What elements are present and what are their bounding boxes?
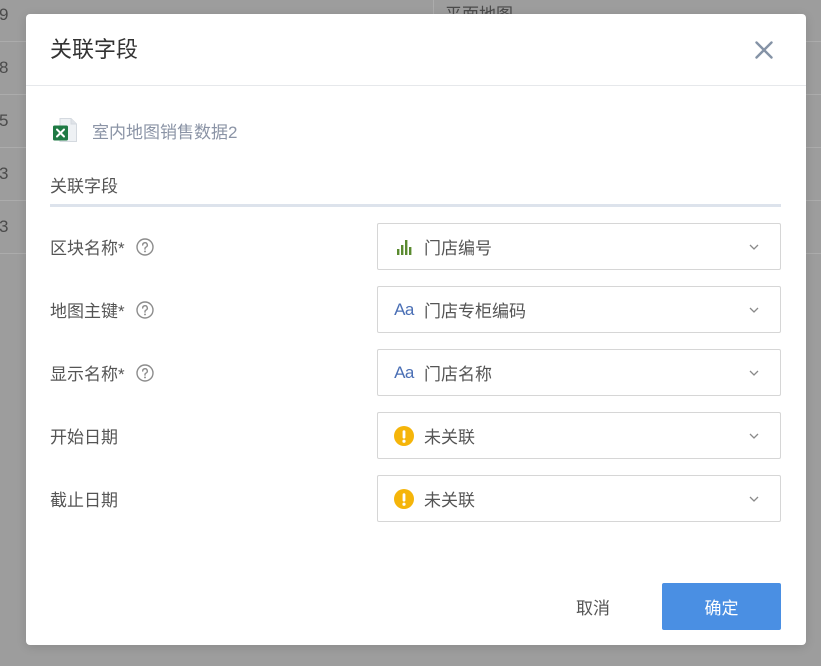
confirm-button[interactable]: 确定 bbox=[662, 583, 781, 630]
data-source: 室内地图销售数据2 bbox=[52, 117, 237, 143]
map-key-select[interactable]: Aa 门店专柜编码 bbox=[377, 286, 781, 333]
end-date-select[interactable]: 未关联 bbox=[377, 475, 781, 522]
field-row-start-date: 开始日期 未关联 bbox=[50, 412, 781, 459]
row-index: 9 bbox=[0, 5, 9, 24]
field-label: 区块名称* bbox=[50, 239, 125, 258]
chevron-down-icon bbox=[748, 304, 760, 316]
close-icon[interactable] bbox=[754, 40, 774, 60]
field-label-group: 截止日期 bbox=[50, 475, 118, 522]
dialog-title: 关联字段 bbox=[50, 37, 139, 62]
excel-file-icon bbox=[52, 117, 78, 143]
field-row-map-key: 地图主键* Aa 门店专柜编码 bbox=[50, 286, 781, 333]
select-value: 门店编号 bbox=[424, 239, 492, 258]
text-type-glyph: Aa bbox=[394, 362, 414, 382]
cancel-button[interactable]: 取消 bbox=[543, 583, 643, 630]
bar-chart-icon bbox=[394, 237, 414, 257]
row-index: 5 bbox=[0, 111, 9, 130]
field-label: 显示名称* bbox=[50, 365, 125, 384]
start-date-select[interactable]: 未关联 bbox=[377, 412, 781, 459]
text-type-icon: Aa bbox=[394, 363, 414, 383]
help-icon[interactable] bbox=[135, 237, 154, 256]
warning-icon bbox=[394, 488, 414, 509]
data-source-name: 室内地图销售数据2 bbox=[92, 122, 238, 142]
select-value: 未关联 bbox=[424, 491, 475, 510]
row-index: 3 bbox=[0, 217, 9, 236]
row-index: 3 bbox=[0, 164, 9, 183]
select-value: 门店专柜编码 bbox=[424, 302, 526, 321]
chevron-down-icon bbox=[748, 367, 760, 379]
warning-icon bbox=[394, 425, 414, 446]
chevron-down-icon bbox=[748, 241, 760, 253]
dialog-header: 关联字段 bbox=[26, 14, 806, 86]
field-label: 截止日期 bbox=[50, 491, 118, 510]
field-row-display-name: 显示名称* Aa 门店名称 bbox=[50, 349, 781, 396]
text-type-icon: Aa bbox=[394, 300, 414, 320]
block-name-select[interactable]: 门店编号 bbox=[377, 223, 781, 270]
field-label: 地图主键* bbox=[50, 302, 125, 321]
link-fields-dialog: 关联字段 室内地图销售数据2 关联字段 区块名称* 门店编号 地图主键* Aa … bbox=[26, 14, 806, 645]
field-label-group: 开始日期 bbox=[50, 412, 118, 459]
display-name-select[interactable]: Aa 门店名称 bbox=[377, 349, 781, 396]
field-label-group: 显示名称* bbox=[50, 349, 154, 396]
help-icon[interactable] bbox=[135, 363, 154, 382]
field-label-group: 区块名称* bbox=[50, 223, 154, 270]
section-title: 关联字段 bbox=[50, 177, 118, 196]
field-label: 开始日期 bbox=[50, 428, 118, 447]
help-icon[interactable] bbox=[135, 300, 154, 319]
row-index: 8 bbox=[0, 58, 9, 77]
field-row-block-name: 区块名称* 门店编号 bbox=[50, 223, 781, 270]
section-divider bbox=[50, 204, 781, 207]
text-type-glyph: Aa bbox=[394, 299, 414, 319]
chevron-down-icon bbox=[748, 430, 760, 442]
field-label-group: 地图主键* bbox=[50, 286, 154, 333]
field-row-end-date: 截止日期 未关联 bbox=[50, 475, 781, 522]
select-value: 门店名称 bbox=[424, 365, 492, 384]
chevron-down-icon bbox=[748, 493, 760, 505]
select-value: 未关联 bbox=[424, 428, 475, 447]
